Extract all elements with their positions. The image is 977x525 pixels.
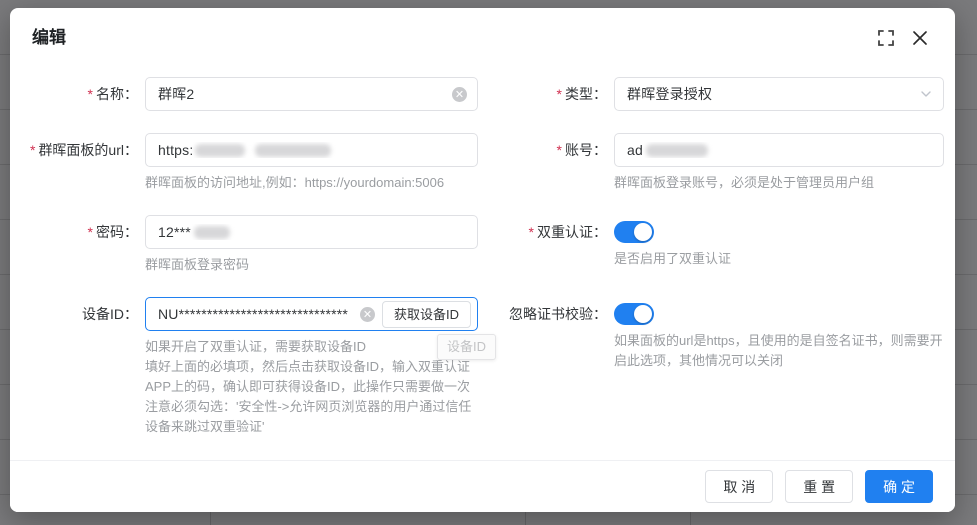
get-device-id-button[interactable]: 获取设备ID (382, 301, 471, 328)
form-row-url-account: *群晖面板的url： https: 群晖面板的访问地址,例如：https://y… (10, 133, 955, 193)
url-helper-text: 群晖面板的访问地址,例如：https://yourdomain:5006 (145, 173, 478, 193)
two-factor-field-group: 是否启用了双重认证 (614, 215, 944, 269)
url-input[interactable]: https: (145, 133, 478, 167)
reset-button[interactable]: 重 置 (785, 470, 853, 503)
clear-icon[interactable]: ✕ (360, 307, 375, 322)
type-select[interactable]: 群晖登录授权 (614, 77, 944, 111)
background-table-column-line (210, 511, 211, 525)
close-icon[interactable] (911, 29, 929, 47)
account-value: ad (627, 142, 933, 158)
redacted-blur (195, 144, 245, 157)
form-row-password-2fa: *密码： 12*** 群晖面板登录密码 *双重认证： 是否启用了双重认证 (10, 215, 955, 275)
account-label: *账号： (485, 133, 607, 167)
url-label: *群晖面板的url： (10, 133, 138, 167)
device-id-value: NU****************************** (158, 306, 360, 322)
device-id-helper-text: 如果开启了双重认证，需要获取设备ID 填好上面的必填项，然后点击获取设备ID，输… (145, 337, 478, 437)
required-mark: * (557, 86, 562, 102)
two-factor-label: *双重认证： (485, 215, 607, 249)
password-value: 12*** (158, 224, 467, 240)
required-mark: * (88, 86, 93, 102)
password-input[interactable]: 12*** (145, 215, 478, 249)
dialog-footer: 取 消 重 置 确 定 (10, 460, 955, 512)
redacted-blur (646, 144, 708, 157)
redacted-blur (194, 226, 230, 239)
ignore-cert-field-group: 如果面板的url是https，且使用的是自签名证书，则需要开启此选项，其他情况可… (614, 297, 944, 371)
toggle-knob (634, 305, 652, 323)
cancel-button[interactable]: 取 消 (705, 470, 773, 503)
redacted-blur (255, 144, 331, 157)
dialog-title: 编辑 (32, 26, 66, 50)
ignore-cert-toggle[interactable] (614, 303, 654, 325)
device-id-label: 设备ID： (10, 297, 138, 331)
toggle-knob (634, 223, 652, 241)
type-label: *类型： (485, 77, 607, 111)
account-field-group: ad 群晖面板登录账号，必须是处于管理员用户组 (614, 133, 944, 193)
url-value: https: (158, 142, 467, 158)
dialog-header-actions (877, 29, 929, 47)
device-id-helper-line: 如果开启了双重认证，需要获取设备ID (145, 337, 478, 357)
device-id-input[interactable]: NU****************************** ✕ 获取设备I… (145, 297, 478, 331)
required-mark: * (88, 224, 93, 240)
ignore-cert-label: 忽略证书校验： (485, 297, 607, 331)
ignore-cert-helper-text: 如果面板的url是https，且使用的是自签名证书，则需要开启此选项，其他情况可… (614, 331, 944, 371)
url-field-group: https: 群晖面板的访问地址,例如：https://yourdomain:5… (145, 133, 478, 193)
type-selected-value: 群晖登录授权 (627, 84, 913, 104)
account-helper-text: 群晖面板登录账号，必须是处于管理员用户组 (614, 173, 944, 193)
password-label: *密码： (10, 215, 138, 249)
chevron-down-icon (919, 87, 933, 101)
form-row-deviceid-cert: 设备ID： NU****************************** ✕… (10, 297, 955, 437)
clear-icon[interactable]: ✕ (452, 87, 467, 102)
device-id-helper-line: 注意必须勾选：'安全性->允许网页浏览器的用户通过信任设备来跳过双重验证' (145, 397, 478, 437)
device-id-helper-line: 填好上面的必填项，然后点击获取设备ID，输入双重认证APP上的码，确认即可获得设… (145, 357, 478, 397)
form-row-name-type: *名称： 群晖2 ✕ *类型： 群晖登录授权 (10, 77, 955, 111)
two-factor-toggle[interactable] (614, 221, 654, 243)
edit-dialog: 编辑 *名称： 群晖2 ✕ *类型： 群晖登录授权 (10, 8, 955, 512)
account-input[interactable]: ad (614, 133, 944, 167)
edit-form: *名称： 群晖2 ✕ *类型： 群晖登录授权 *群晖面板的url： https:… (10, 77, 955, 437)
two-factor-helper-text: 是否启用了双重认证 (614, 249, 944, 269)
confirm-button[interactable]: 确 定 (865, 470, 933, 503)
name-input[interactable]: 群晖2 ✕ (145, 77, 478, 111)
password-field-group: 12*** 群晖面板登录密码 (145, 215, 478, 275)
required-mark: * (557, 142, 562, 158)
name-label: *名称： (10, 77, 138, 111)
dialog-header: 编辑 (10, 8, 955, 50)
device-id-field-group: NU****************************** ✕ 获取设备I… (145, 297, 478, 437)
required-mark: * (529, 224, 534, 240)
background-table-column-line (525, 511, 526, 525)
name-value: 群晖2 (158, 84, 452, 104)
fullscreen-icon[interactable] (877, 29, 895, 47)
background-table-column-line (690, 511, 691, 525)
password-helper-text: 群晖面板登录密码 (145, 255, 478, 275)
required-mark: * (30, 142, 35, 158)
